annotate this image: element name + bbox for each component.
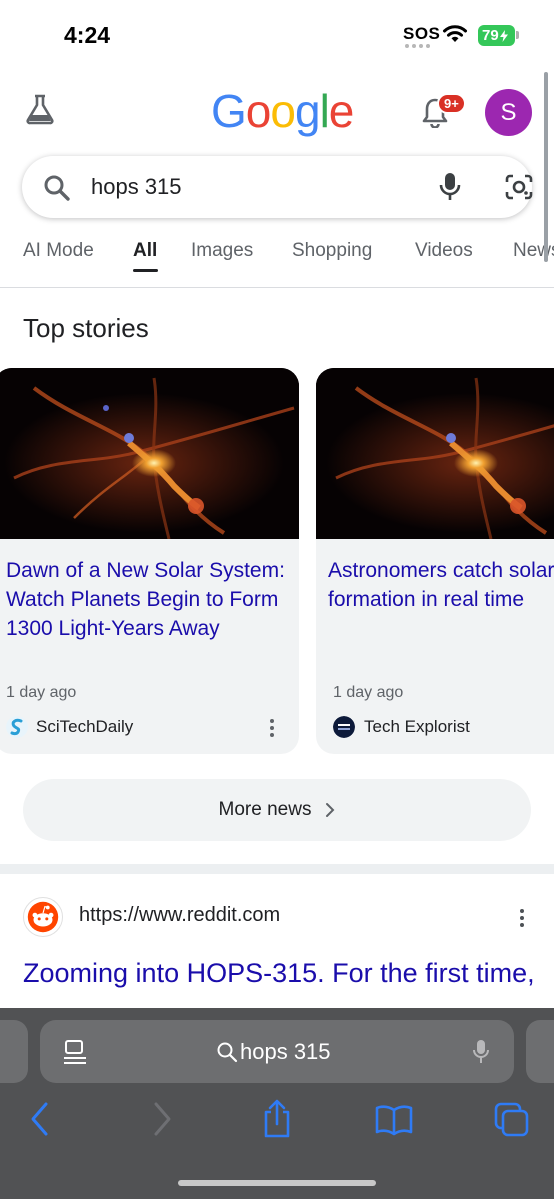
news-thumbnail (316, 368, 554, 539)
scitechdaily-logo-icon (6, 716, 28, 738)
search-input[interactable]: hops 315 (91, 174, 182, 200)
section-divider (0, 864, 554, 874)
share-button[interactable] (260, 1098, 294, 1140)
news-card-source: Tech Explorist (364, 717, 470, 736)
tech-explorist-logo-icon (333, 716, 355, 738)
news-card-time: 1 day ago (333, 684, 404, 701)
news-card[interactable]: Astronomers catch solar system formation… (316, 368, 554, 754)
more-options-icon[interactable] (262, 716, 282, 740)
sos-indicator: SOS (403, 24, 441, 43)
tabs-button[interactable] (494, 1098, 530, 1140)
tab-ai-mode[interactable]: AI Mode (23, 240, 94, 262)
forward-button[interactable] (148, 1098, 174, 1140)
logo-letter: o (270, 85, 296, 137)
battery-indicator: 79 (478, 25, 515, 46)
reader-page-menu-icon[interactable] (63, 1039, 87, 1065)
home-indicator[interactable] (178, 1180, 376, 1186)
address-bar-text[interactable]: hops 315 (240, 1039, 331, 1065)
mic-icon[interactable] (438, 171, 462, 203)
back-button[interactable] (28, 1098, 54, 1140)
logo-letter: G (211, 85, 247, 137)
news-card-source: SciTechDaily (36, 717, 134, 736)
google-logo[interactable]: Google (211, 84, 355, 138)
more-options-icon[interactable] (512, 906, 532, 930)
news-card-title[interactable]: Astronomers catch solar system formation… (328, 556, 554, 614)
next-tab-peek[interactable] (526, 1020, 554, 1083)
avatar[interactable]: S (485, 89, 532, 136)
mic-icon[interactable] (472, 1038, 490, 1066)
tab-all[interactable]: All (133, 240, 157, 262)
top-stories-heading: Top stories (23, 313, 149, 343)
tab-images[interactable]: Images (191, 240, 253, 262)
logo-letter: l (319, 85, 330, 137)
search-tabs: AI Mode All Images Shopping Videos News (0, 228, 554, 288)
search-icon (217, 1042, 238, 1063)
result-url[interactable]: https://www.reddit.com (79, 904, 280, 927)
reddit-logo-icon (23, 897, 63, 937)
notification-badge: 9+ (437, 93, 466, 114)
news-card-time: 1 day ago (6, 684, 77, 701)
tab-videos[interactable]: Videos (415, 240, 473, 262)
previous-tab-peek[interactable] (0, 1020, 28, 1083)
google-lens-icon[interactable] (504, 173, 534, 201)
news-card-title[interactable]: Dawn of a New Solar System: Watch Planet… (6, 556, 289, 643)
more-news-button[interactable]: More news (23, 779, 531, 841)
battery-level: 79 (482, 27, 499, 44)
news-card[interactable]: Dawn of a New Solar System: Watch Planet… (0, 368, 299, 754)
charging-icon (499, 29, 508, 42)
wifi-icon (443, 25, 467, 42)
chevron-right-icon (326, 803, 335, 817)
status-bar: 4:24 SOS 79 (0, 0, 554, 70)
logo-letter: g (294, 85, 321, 137)
search-box[interactable]: hops 315 (22, 156, 534, 218)
news-thumbnail (0, 368, 299, 539)
labs-flask-icon[interactable] (24, 93, 56, 125)
search-icon (44, 175, 70, 201)
logo-letter: e (328, 85, 355, 137)
tab-shopping[interactable]: Shopping (292, 240, 372, 262)
battery-nub (516, 31, 519, 39)
signal-dots-icon (405, 44, 430, 48)
logo-letter: o (245, 85, 272, 137)
bookmarks-button[interactable] (374, 1098, 414, 1140)
active-tab-indicator (133, 269, 158, 272)
status-time: 4:24 (64, 22, 111, 48)
scrollbar[interactable] (544, 72, 548, 262)
more-news-label: More news (218, 799, 312, 820)
